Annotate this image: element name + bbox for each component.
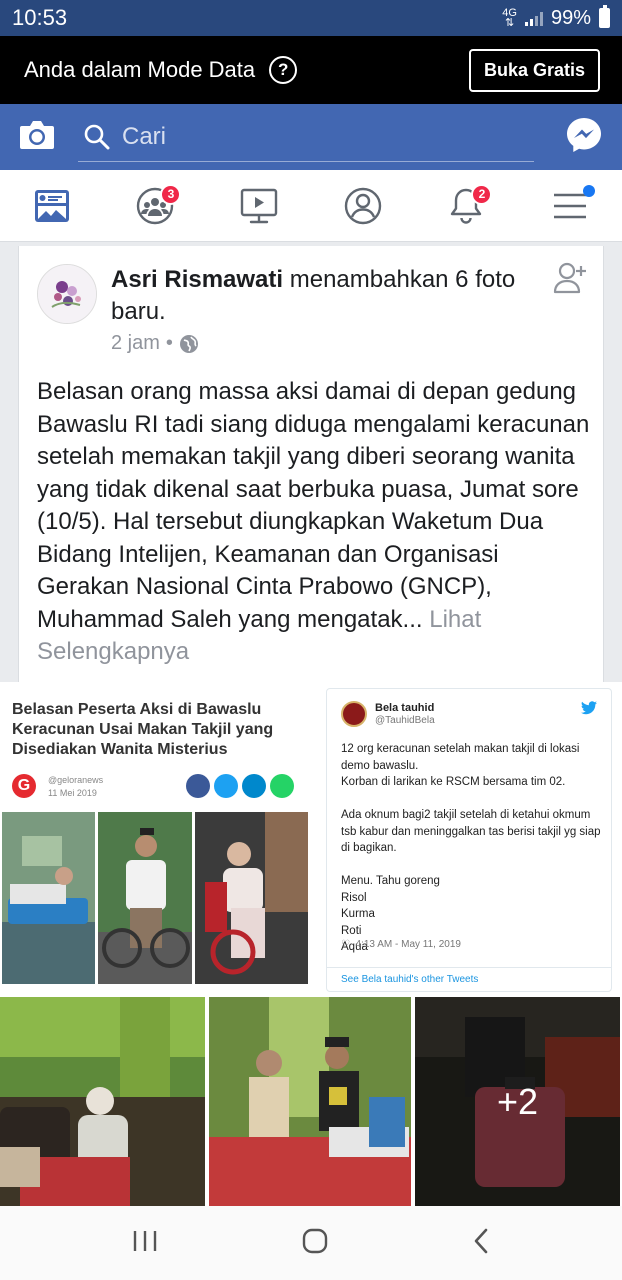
video-icon: [240, 188, 278, 223]
main-nav: 3 2: [0, 170, 622, 242]
camera-icon[interactable]: [18, 119, 56, 156]
top-bar: Cari: [0, 104, 622, 170]
profile-icon: [344, 187, 381, 224]
whatsapp-icon: [270, 774, 294, 798]
tweet-text: 12 org keracunan setelah makan takjil di…: [341, 743, 601, 953]
more-photos-overlay[interactable]: +2: [415, 997, 620, 1206]
tweet-time: ♡ 4:13 AM - May 11, 2019: [341, 939, 461, 950]
photo-row: +2: [0, 997, 622, 1206]
signal-icon: [524, 10, 543, 26]
facebook-icon: [186, 774, 210, 798]
telegram-icon: [242, 774, 266, 798]
photo-news-article[interactable]: Belasan Peserta Aksi di Bawaslu Keracuna…: [0, 688, 314, 992]
photo-patient-bed: [2, 812, 95, 984]
menu-dot: [583, 184, 596, 197]
article-photos: [2, 812, 308, 984]
author-name[interactable]: Asri Rismawati: [111, 266, 283, 293]
photo-suitcase[interactable]: +2: [415, 997, 620, 1206]
post-headline: Asri Rismawati menambahkan 6 foto baru.: [111, 264, 531, 328]
tab-menu[interactable]: [545, 181, 596, 231]
search-icon: [84, 124, 110, 149]
post-meta: 2 jam •: [111, 332, 199, 355]
search-input[interactable]: Cari: [78, 112, 534, 162]
photo-grid: Belasan Peserta Aksi di Bawaslu Keracuna…: [0, 682, 622, 1206]
photo-hospital-bed[interactable]: [209, 997, 411, 1206]
photo-wheelchair-woman: [195, 812, 308, 984]
post-body: Belasan orang massa aksi damai di depan …: [37, 378, 590, 633]
tab-notifications[interactable]: 2: [441, 181, 493, 231]
notifications-badge: 2: [471, 183, 493, 205]
help-icon[interactable]: ?: [269, 56, 298, 84]
tweet-footer-link: See Bela tauhid's other Tweets: [341, 974, 479, 985]
post-time[interactable]: 2 jam: [111, 332, 160, 355]
tweet-author: Bela tauhid: [375, 702, 435, 714]
groups-badge: 3: [160, 183, 182, 205]
battery-icon: [599, 5, 610, 28]
article-date: 11 Mei 2019: [48, 788, 97, 798]
article-headline: Belasan Peserta Aksi di Bawaslu Keracuna…: [12, 701, 274, 758]
home-icon[interactable]: [301, 1227, 329, 1260]
share-icons: [186, 774, 294, 798]
messenger-icon[interactable]: [564, 115, 604, 160]
tab-groups[interactable]: 3: [130, 181, 182, 231]
photo-tweet[interactable]: Bela tauhid @TauhidBela 12 org keracunan…: [326, 688, 612, 992]
system-nav-bar: [0, 1206, 622, 1280]
tab-news-feed[interactable]: [27, 181, 77, 231]
recent-apps-icon[interactable]: [131, 1229, 159, 1258]
post-text: Belasan orang massa aksi damai di depan …: [37, 376, 597, 669]
twitter-bird-icon: [581, 701, 597, 720]
twitter-icon: [214, 774, 238, 798]
article-source: @geloranews: [48, 775, 104, 785]
tweet-footer: See Bela tauhid's other Tweets: [327, 967, 611, 991]
tab-profile[interactable]: [338, 181, 388, 231]
tweet-handle: @TauhidBela: [375, 715, 435, 726]
photo-wheelchair-man: [98, 812, 192, 984]
clock: 10:53: [12, 5, 68, 30]
menu-icon: [554, 193, 587, 218]
status-bar: 10:53 4G ⇅ 99%: [0, 0, 622, 36]
tweet-avatar: [341, 701, 367, 727]
globe-icon: [179, 334, 198, 353]
back-icon[interactable]: [471, 1227, 491, 1260]
news-feed-icon: [34, 189, 69, 222]
data-mode-banner: Anda dalam Mode Data ? Buka Gratis: [0, 36, 622, 104]
meta-separator: •: [165, 332, 173, 354]
network-type: 4G ⇅: [502, 7, 517, 29]
tab-watch[interactable]: [234, 181, 284, 231]
battery-level: 99%: [550, 6, 591, 29]
photo-hospital-woman[interactable]: [0, 997, 205, 1206]
data-mode-label: Anda dalam Mode Data: [24, 57, 256, 82]
search-placeholder: Cari: [122, 122, 167, 150]
gelora-logo: G: [12, 774, 36, 798]
feed-post: Asri Rismawati menambahkan 6 foto baru. …: [18, 246, 604, 682]
add-friend-icon[interactable]: [553, 260, 589, 301]
free-mode-button[interactable]: Buka Gratis: [468, 48, 600, 92]
author-avatar[interactable]: [37, 264, 97, 324]
